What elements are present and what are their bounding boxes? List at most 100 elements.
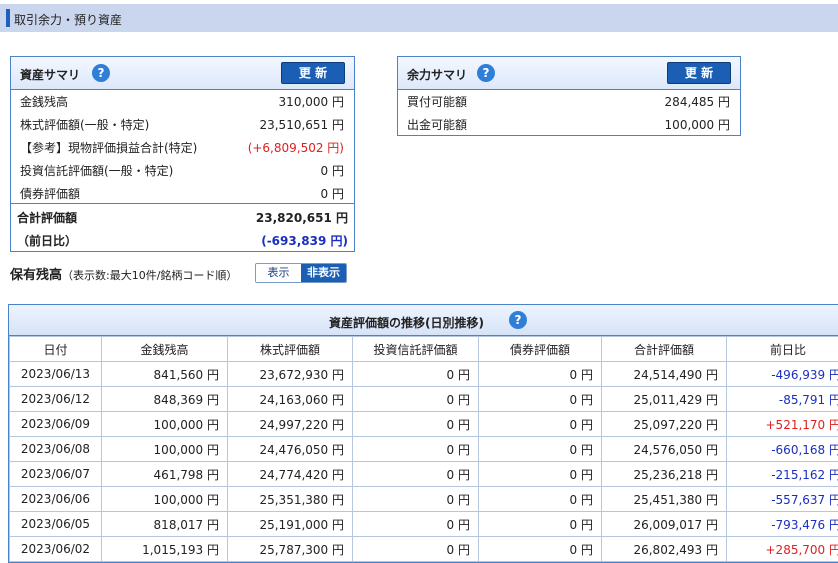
table-cell: 2023/06/13 — [10, 362, 102, 387]
table-cell: 841,560 円 — [102, 362, 228, 387]
asset-row: 投資信託評価額(一般・特定) 0 円 — [11, 158, 354, 181]
asset-summary-panel: 資産サマリ ? 更 新 金銭残高310,000 円株式評価額(一般・特定)23,… — [10, 56, 355, 252]
table-cell: 24,774,420 円 — [228, 462, 353, 487]
asset-row: 株式評価額(一般・特定)23,510,651 円 — [11, 112, 354, 135]
table-cell: 24,997,220 円 — [228, 412, 353, 437]
table-cell: 2023/06/06 — [10, 487, 102, 512]
holdings-display-toggle: 表示 非表示 — [255, 263, 347, 283]
show-button[interactable]: 表示 — [256, 264, 301, 282]
asset-row-value: 23,510,651 円 — [259, 116, 344, 133]
holdings-heading: 保有残高（表示数:最大10件/銘柄コード順） — [10, 264, 237, 283]
asset-row-label: 債券評価額 — [20, 185, 80, 202]
asset-update-button[interactable]: 更 新 — [281, 62, 345, 84]
history-caption: 資産評価額の推移(日別推移) ? — [9, 305, 838, 336]
column-header: 債券評価額 — [479, 337, 602, 362]
table-cell: 0 円 — [479, 362, 602, 387]
table-cell: 24,476,050 円 — [228, 437, 353, 462]
table-cell: 0 円 — [353, 412, 479, 437]
prev-day-row: （前日比） (-693,839 円) — [11, 228, 354, 251]
table-cell: 0 円 — [353, 437, 479, 462]
margin-row-value: 284,485 円 — [665, 93, 730, 110]
table-cell: 0 円 — [479, 462, 602, 487]
table-cell: 0 円 — [353, 487, 479, 512]
table-cell: 25,011,429 円 — [602, 387, 727, 412]
total-label: 合計評価額 — [17, 209, 77, 226]
table-cell: 25,097,220 円 — [602, 412, 727, 437]
margin-row-label: 出金可能額 — [407, 116, 467, 133]
table-cell: 0 円 — [479, 487, 602, 512]
table-cell: 0 円 — [479, 387, 602, 412]
table-row: 2023/06/08100,000 円24,476,050 円0 円0 円24,… — [10, 437, 838, 462]
table-cell: 818,017 円 — [102, 512, 228, 537]
table-cell: 2023/06/08 — [10, 437, 102, 462]
prev-day-label: （前日比） — [17, 232, 77, 249]
column-header: 投資信託評価額 — [353, 337, 479, 362]
column-header: 日付 — [10, 337, 102, 362]
table-cell: 25,351,380 円 — [228, 487, 353, 512]
holdings-title: 保有残高 — [10, 268, 62, 283]
help-icon[interactable]: ? — [92, 64, 110, 82]
hide-button[interactable]: 非表示 — [301, 264, 346, 282]
section-marker — [6, 9, 10, 27]
table-cell: 1,015,193 円 — [102, 537, 228, 562]
table-row: 2023/06/09100,000 円24,997,220 円0 円0 円25,… — [10, 412, 838, 437]
table-cell: 2023/06/07 — [10, 462, 102, 487]
asset-row-value: (+6,809,502 円) — [248, 139, 344, 156]
table-cell: 848,369 円 — [102, 387, 228, 412]
table-cell: -496,939 円 — [727, 362, 838, 387]
table-cell: 0 円 — [479, 412, 602, 437]
asset-row-label: 金銭残高 — [20, 93, 68, 110]
prev-day-value: (-693,839 円) — [261, 232, 348, 249]
table-cell: 2023/06/09 — [10, 412, 102, 437]
table-cell: 25,191,000 円 — [228, 512, 353, 537]
table-cell: 0 円 — [479, 537, 602, 562]
column-header: 金銭残高 — [102, 337, 228, 362]
table-cell: 24,514,490 円 — [602, 362, 727, 387]
table-cell: 26,802,493 円 — [602, 537, 727, 562]
margin-summary-header: 余力サマリ ? 更 新 — [398, 57, 740, 90]
table-cell: 2023/06/12 — [10, 387, 102, 412]
total-value: 23,820,651 円 — [256, 209, 348, 226]
table-cell: 0 円 — [353, 362, 479, 387]
margin-summary-title: 余力サマリ — [407, 66, 467, 83]
table-cell: 100,000 円 — [102, 437, 228, 462]
table-cell: 25,787,300 円 — [228, 537, 353, 562]
table-cell: -557,637 円 — [727, 487, 838, 512]
table-cell: 2023/06/05 — [10, 512, 102, 537]
table-cell: 0 円 — [479, 437, 602, 462]
table-row: 2023/06/07461,798 円24,774,420 円0 円0 円25,… — [10, 462, 838, 487]
table-cell: -660,168 円 — [727, 437, 838, 462]
asset-row: 債券評価額0 円 — [11, 181, 354, 204]
history-panel: 資産評価額の推移(日別推移) ? 日付金銭残高株式評価額投資信託評価額債券評価額… — [8, 304, 838, 563]
holdings-note: （表示数:最大10件/銘柄コード順） — [62, 269, 237, 282]
table-cell: 24,163,060 円 — [228, 387, 353, 412]
asset-row-label: 投資信託評価額(一般・特定) — [20, 162, 173, 179]
margin-row: 出金可能額100,000 円 — [398, 112, 740, 135]
table-cell: 0 円 — [353, 462, 479, 487]
table-cell: 0 円 — [353, 512, 479, 537]
table-cell: 0 円 — [479, 512, 602, 537]
table-cell: -215,162 円 — [727, 462, 838, 487]
table-cell: 2023/06/02 — [10, 537, 102, 562]
asset-row-value: 310,000 円 — [279, 93, 344, 110]
help-icon[interactable]: ? — [509, 311, 527, 329]
table-cell: 461,798 円 — [102, 462, 228, 487]
table-cell: -793,476 円 — [727, 512, 838, 537]
table-cell: +521,170 円 — [727, 412, 838, 437]
table-cell: 25,236,218 円 — [602, 462, 727, 487]
table-cell: +285,700 円 — [727, 537, 838, 562]
asset-row: 【参考】現物評価損益合計(特定) (+6,809,502 円) — [11, 135, 354, 158]
help-icon[interactable]: ? — [477, 64, 495, 82]
asset-row-value: 0 円 — [321, 162, 344, 179]
table-cell: 0 円 — [353, 387, 479, 412]
asset-row: 金銭残高 310,000 円 — [11, 89, 354, 112]
history-table: 日付金銭残高株式評価額投資信託評価額債券評価額合計評価額前日比 2023/06/… — [9, 336, 838, 562]
margin-row-label: 買付可能額 — [407, 93, 467, 110]
margin-update-button[interactable]: 更 新 — [667, 62, 731, 84]
asset-row-label: 【参考】現物評価損益合計(特定) — [20, 139, 197, 156]
table-row: 2023/06/13841,560 円23,672,930 円0 円0 円24,… — [10, 362, 838, 387]
table-cell: 25,451,380 円 — [602, 487, 727, 512]
total-row: 合計評価額 23,820,651 円 — [11, 205, 354, 228]
section-title: 取引余力・預り資産 — [14, 11, 122, 28]
table-cell: 100,000 円 — [102, 412, 228, 437]
